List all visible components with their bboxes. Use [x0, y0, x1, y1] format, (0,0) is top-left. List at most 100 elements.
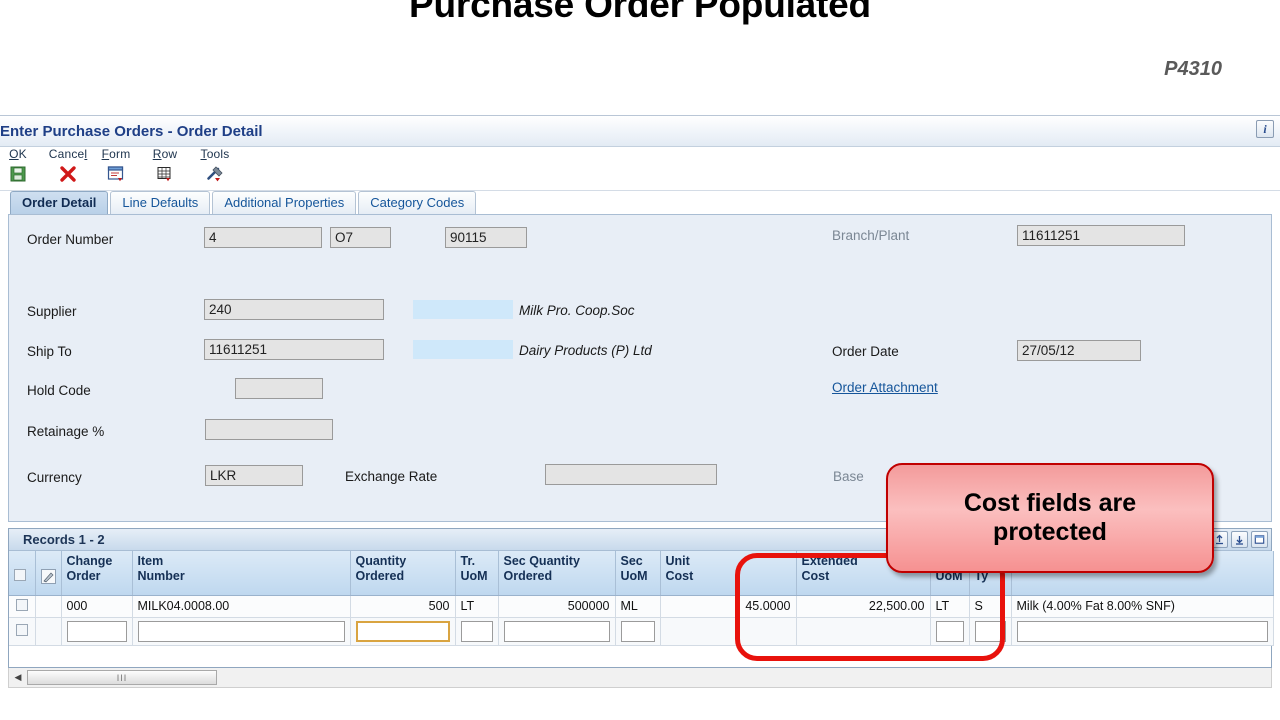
cell-ln-ty[interactable]: S — [969, 595, 1012, 618]
slide-root: Purchase Order Populated P4310 Enter Pur… — [0, 0, 1280, 720]
cell-sec-quantity-ordered[interactable]: 500000 — [498, 595, 616, 618]
supplier-field[interactable]: 240 — [204, 299, 384, 320]
blank-row-select-cell[interactable] — [9, 617, 36, 646]
input-item-number[interactable] — [137, 620, 345, 642]
callout-cost-fields-protected: Cost fields are protected — [886, 463, 1214, 573]
order-number-field[interactable]: 4 — [204, 227, 322, 248]
branch-plant-field[interactable]: 11611251 — [1017, 225, 1185, 246]
blank-cell-pu-uom[interactable] — [930, 617, 970, 646]
cell-item-number[interactable]: MILK04.0008.00 — [132, 595, 351, 618]
tab-category-codes[interactable]: Category Codes — [358, 191, 477, 214]
scrollbar-thumb[interactable]: III — [27, 670, 217, 685]
blank-cell-change-order[interactable] — [61, 617, 133, 646]
col-header-sec-quantity-ordered[interactable]: Sec Quantity Ordered — [498, 551, 616, 596]
currency-field[interactable]: LKR — [205, 465, 303, 486]
blank-cell-sec-uom[interactable] — [615, 617, 661, 646]
retainage-label: Retainage % — [27, 424, 105, 439]
callout-line-1: Cost fields are — [963, 489, 1137, 517]
cell-quantity-ordered[interactable]: 500 — [350, 595, 456, 618]
order-attachment-link[interactable]: Order Attachment — [832, 380, 938, 395]
input-change-order[interactable] — [66, 620, 127, 642]
col-header-quantity-ordered[interactable]: Quantity Ordered — [350, 551, 456, 596]
input-description1[interactable] — [1016, 620, 1268, 642]
input-pu-uom[interactable] — [935, 620, 964, 642]
table-row[interactable]: 000 MILK04.0008.00 500 LT 500000 ML 45.0… — [9, 595, 1274, 618]
cell-change-order[interactable]: 000 — [61, 595, 133, 618]
hold-code-label: Hold Code — [27, 383, 91, 398]
window-titlebar: Enter Purchase Orders - Order Detail i — [0, 116, 1280, 147]
input-tr-uom[interactable] — [460, 620, 493, 642]
toolbar-label-tools: Tools — [200, 147, 230, 161]
row-grid-icon — [137, 163, 193, 185]
input-quantity-ordered[interactable] — [355, 620, 450, 642]
col-header-unit-cost[interactable]: Unit Cost — [660, 551, 797, 596]
order-type-field[interactable]: O7 — [330, 227, 391, 248]
col-header-sec-uom[interactable]: Sec UoM — [615, 551, 661, 596]
hold-code-field[interactable] — [235, 378, 323, 399]
cell-pu-uom[interactable]: LT — [930, 595, 970, 618]
maximize-icon[interactable] — [1251, 531, 1268, 548]
col-header-item-number[interactable]: Item Number — [132, 551, 351, 596]
slide-title: Purchase Order Populated — [409, 0, 871, 25]
col-header-change-order[interactable]: Change Order — [61, 551, 133, 596]
cell-sec-uom[interactable]: ML — [615, 595, 661, 618]
input-ln-ty[interactable] — [974, 620, 1006, 642]
toolbar: OK Cancel Form Row Tools — [0, 147, 1280, 191]
retainage-field[interactable] — [205, 419, 333, 440]
order-date-field[interactable]: 27/05/12 — [1017, 340, 1141, 361]
cell-extended-cost: 22,500.00 — [796, 595, 931, 618]
col-header-attachment[interactable] — [35, 551, 62, 596]
ship-to-name-lookup-field[interactable] — [413, 340, 513, 359]
supplier-label: Supplier — [27, 304, 77, 319]
grid-header-icons — [1211, 531, 1268, 548]
exchange-rate-field[interactable] — [545, 464, 717, 485]
blank-cell-quantity-ordered[interactable] — [350, 617, 456, 646]
table-row-blank[interactable] — [9, 617, 1274, 646]
supplier-name-text: Milk Pro. Coop.Soc — [519, 303, 635, 318]
col-header-select[interactable] — [9, 551, 36, 596]
tab-line-defaults[interactable]: Line Defaults — [110, 191, 211, 214]
blank-cell-tr-uom[interactable] — [455, 617, 499, 646]
form-icon — [88, 163, 144, 185]
col-header-tr-uom[interactable]: Tr. UoM — [455, 551, 499, 596]
tools-icon — [187, 163, 243, 185]
supplier-name-lookup-field[interactable] — [413, 300, 513, 319]
info-icon[interactable]: i — [1256, 120, 1274, 138]
toolbar-button-form[interactable]: Form — [88, 147, 144, 185]
blank-row-attachment-cell[interactable] — [35, 617, 62, 646]
input-sec-uom[interactable] — [620, 620, 655, 642]
tab-order-detail[interactable]: Order Detail — [10, 191, 109, 214]
order-company-field[interactable]: 90115 — [445, 227, 527, 248]
exchange-rate-label: Exchange Rate — [345, 469, 438, 484]
row-attachment-cell[interactable] — [35, 595, 62, 618]
blank-row-checkbox[interactable] — [15, 623, 28, 636]
grid-horizontal-scrollbar[interactable]: ◀ III — [8, 668, 1272, 688]
scroll-left-arrow-icon[interactable]: ◀ — [9, 669, 27, 687]
tab-additional-properties[interactable]: Additional Properties — [212, 191, 357, 214]
toolbar-button-row[interactable]: Row — [137, 147, 193, 185]
order-number-label: Order Number — [27, 232, 114, 247]
cell-description1[interactable]: Milk (4.00% Fat 8.00% SNF) — [1011, 595, 1274, 618]
blank-cell-unit-cost — [660, 617, 797, 646]
toolbar-label-form: Form — [101, 147, 131, 161]
cell-tr-uom[interactable]: LT — [455, 595, 499, 618]
callout-line-2: protected — [993, 518, 1107, 546]
info-icon-glyph: i — [1263, 121, 1267, 136]
input-sec-quantity-ordered[interactable] — [503, 620, 610, 642]
blank-cell-description1[interactable] — [1011, 617, 1274, 646]
ship-to-field[interactable]: 11611251 — [204, 339, 384, 360]
row-checkbox[interactable] — [15, 598, 28, 611]
blank-cell-item-number[interactable] — [132, 617, 351, 646]
export-down-icon[interactable] — [1231, 531, 1248, 548]
blank-cell-sec-quantity-ordered[interactable] — [498, 617, 616, 646]
application-window: Enter Purchase Orders - Order Detail i O… — [0, 115, 1280, 720]
row-select-cell[interactable] — [9, 595, 36, 618]
select-all-checkbox[interactable] — [14, 569, 26, 581]
ship-to-label: Ship To — [27, 344, 72, 359]
window-title: Enter Purchase Orders - Order Detail — [0, 123, 263, 140]
order-date-label: Order Date — [832, 344, 899, 359]
blank-cell-extended-cost — [796, 617, 931, 646]
toolbar-button-tools[interactable]: Tools — [187, 147, 243, 185]
base-label: Base — [833, 469, 864, 484]
blank-cell-ln-ty[interactable] — [969, 617, 1012, 646]
